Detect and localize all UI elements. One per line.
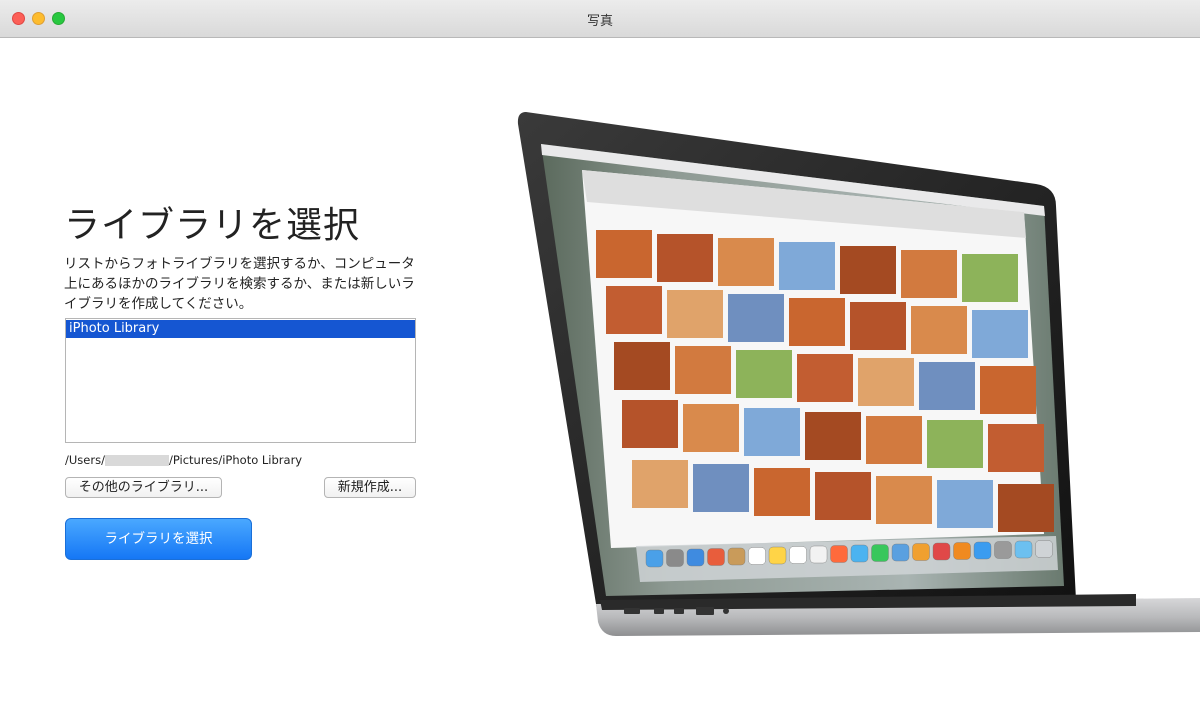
photo-thumbnail xyxy=(667,290,723,338)
photo-thumbnail xyxy=(919,362,975,410)
dock-app-icon xyxy=(973,541,992,560)
photo-thumbnail xyxy=(657,234,713,282)
photo-thumbnail xyxy=(675,346,731,394)
library-list[interactable]: iPhoto Library xyxy=(65,318,416,443)
photo-grid xyxy=(596,230,1054,532)
dock-app-icon xyxy=(932,542,951,561)
photo-thumbnail xyxy=(972,310,1028,358)
window-title: 写真 xyxy=(586,14,613,29)
description-text: リストからフォトライブラリを選択するか、コンピュータ上にあるほかのライブラリを検… xyxy=(64,256,415,312)
library-list-item[interactable]: iPhoto Library xyxy=(66,320,415,338)
photo-thumbnail xyxy=(805,412,861,460)
photo-thumbnail xyxy=(962,254,1018,302)
photo-thumbnail xyxy=(622,400,678,448)
photo-thumbnail xyxy=(927,420,983,468)
photo-thumbnail xyxy=(876,476,932,524)
dock-app-icon xyxy=(891,543,910,562)
photo-thumbnail xyxy=(980,366,1036,414)
photo-thumbnail xyxy=(606,286,662,334)
photo-thumbnail xyxy=(901,250,957,298)
new-library-button[interactable]: 新規作成... xyxy=(324,477,416,498)
photos-window: 写真 ライブラリを選択 リストからフォトライブラリを選択するか、コンピュータ上に… xyxy=(0,0,1200,720)
photo-thumbnail xyxy=(850,302,906,350)
photo-thumbnail xyxy=(683,404,739,452)
photo-thumbnail xyxy=(998,484,1054,532)
photo-thumbnail xyxy=(789,298,845,346)
photo-thumbnail xyxy=(736,350,792,398)
dock-app-icon xyxy=(830,545,848,563)
dock-app-icon xyxy=(994,541,1012,559)
dock-app-icon xyxy=(789,546,807,564)
dock-app-icon xyxy=(809,545,828,564)
photo-thumbnail xyxy=(988,424,1044,472)
photo-thumbnail xyxy=(797,354,853,402)
dock-app-icon xyxy=(871,544,889,562)
dock-app-icon xyxy=(768,546,787,565)
photo-thumbnail xyxy=(754,468,810,516)
dock-app-icon xyxy=(707,548,725,566)
photo-thumbnail xyxy=(779,242,835,290)
redacted-username xyxy=(104,455,169,466)
dock-app-icon xyxy=(953,542,971,560)
page-title: ライブラリを選択 xyxy=(64,205,361,246)
path-suffix: /Pictures/iPhoto Library xyxy=(168,453,303,467)
photo-thumbnail xyxy=(937,480,993,528)
title-bar[interactable]: 写真 xyxy=(0,0,1200,38)
photo-thumbnail xyxy=(693,464,749,512)
photo-thumbnail xyxy=(815,472,871,520)
library-path: /Users/ /Pictures/iPhoto Library xyxy=(65,453,302,467)
dock-app-icon xyxy=(645,549,664,568)
dock-app-icon xyxy=(666,549,684,567)
dock-app-icon xyxy=(748,547,766,565)
dock-app-icon xyxy=(686,548,705,567)
photo-thumbnail xyxy=(840,246,896,294)
macbook-illustration xyxy=(516,110,1200,640)
photo-thumbnail xyxy=(866,416,922,464)
dock-app-icon xyxy=(1035,540,1053,558)
dock-app-icon xyxy=(912,543,930,561)
other-library-button[interactable]: その他のライブラリ... xyxy=(65,477,222,498)
photo-thumbnail xyxy=(632,460,688,508)
path-prefix: /Users/ xyxy=(65,453,105,467)
photo-thumbnail xyxy=(858,358,914,406)
photo-thumbnail xyxy=(728,294,784,342)
dock-app-icon xyxy=(850,544,869,563)
photo-thumbnail xyxy=(614,342,670,390)
photo-thumbnail xyxy=(596,230,652,278)
photo-thumbnail xyxy=(744,408,800,456)
dock-app-icon xyxy=(1014,540,1033,559)
dock-app-icon xyxy=(727,547,746,566)
photo-thumbnail xyxy=(718,238,774,286)
choose-library-button[interactable]: ライブラリを選択 xyxy=(65,518,252,560)
photo-thumbnail xyxy=(911,306,967,354)
